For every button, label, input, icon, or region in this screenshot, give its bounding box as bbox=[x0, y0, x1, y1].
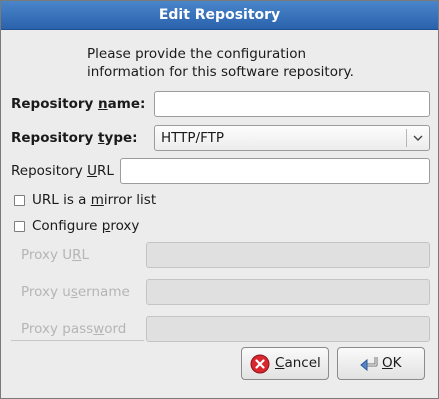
edit-repository-dialog: Edit Repository Please provide the confi… bbox=[0, 0, 439, 399]
proxy-username-input bbox=[146, 279, 430, 305]
repository-url-input[interactable] bbox=[120, 158, 430, 184]
repository-name-label: Repository name: bbox=[11, 96, 146, 112]
cancel-label: Cancel bbox=[275, 355, 321, 371]
repository-url-label: Repository URL bbox=[11, 163, 114, 179]
proxy-url-label: Proxy URL bbox=[21, 247, 90, 263]
ok-button[interactable]: OK bbox=[337, 347, 425, 380]
mirror-list-label[interactable]: URL is a mirror list bbox=[32, 191, 156, 209]
proxy-password-label: Proxy password bbox=[21, 321, 127, 337]
proxy-password-input bbox=[146, 316, 430, 342]
repository-type-select[interactable]: HTTP/FTP bbox=[154, 125, 430, 151]
ok-icon bbox=[360, 357, 378, 372]
proxy-username-label: Proxy username bbox=[21, 284, 130, 300]
intro-text: Please provide the configuration informa… bbox=[87, 46, 354, 80]
repository-type-value: HTTP/FTP bbox=[161, 130, 225, 146]
cancel-icon bbox=[250, 354, 270, 374]
chevron-down-icon bbox=[413, 135, 423, 141]
proxy-url-input bbox=[146, 242, 430, 268]
dialog-title: Edit Repository bbox=[1, 1, 438, 30]
ok-label: OK bbox=[382, 355, 402, 371]
configure-proxy-checkbox[interactable] bbox=[14, 221, 25, 232]
combo-separator bbox=[406, 129, 407, 147]
cancel-button[interactable]: Cancel bbox=[241, 347, 329, 380]
repository-name-input[interactable] bbox=[154, 91, 430, 117]
configure-proxy-label[interactable]: Configure proxy bbox=[32, 217, 139, 235]
divider bbox=[11, 340, 144, 341]
mirror-list-checkbox[interactable] bbox=[14, 195, 25, 206]
repository-type-label: Repository type: bbox=[11, 130, 138, 146]
